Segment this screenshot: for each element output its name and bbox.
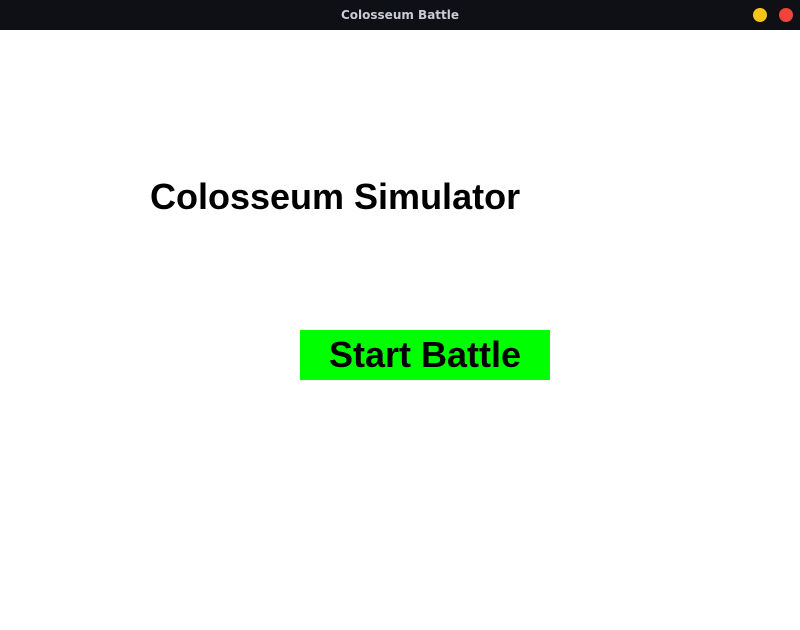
close-icon[interactable] bbox=[779, 8, 793, 22]
page-title: Colosseum Simulator bbox=[150, 176, 521, 217]
start-battle-button[interactable]: Start Battle bbox=[300, 330, 550, 380]
window-title: Colosseum Battle bbox=[340, 8, 460, 22]
app-window: Colosseum Battle Colosseum Simulator Sta… bbox=[0, 0, 800, 630]
minimize-icon[interactable] bbox=[753, 8, 767, 22]
title-bar[interactable]: Colosseum Battle bbox=[0, 0, 800, 30]
game-screen: Colosseum Simulator Start Battle bbox=[0, 30, 800, 630]
